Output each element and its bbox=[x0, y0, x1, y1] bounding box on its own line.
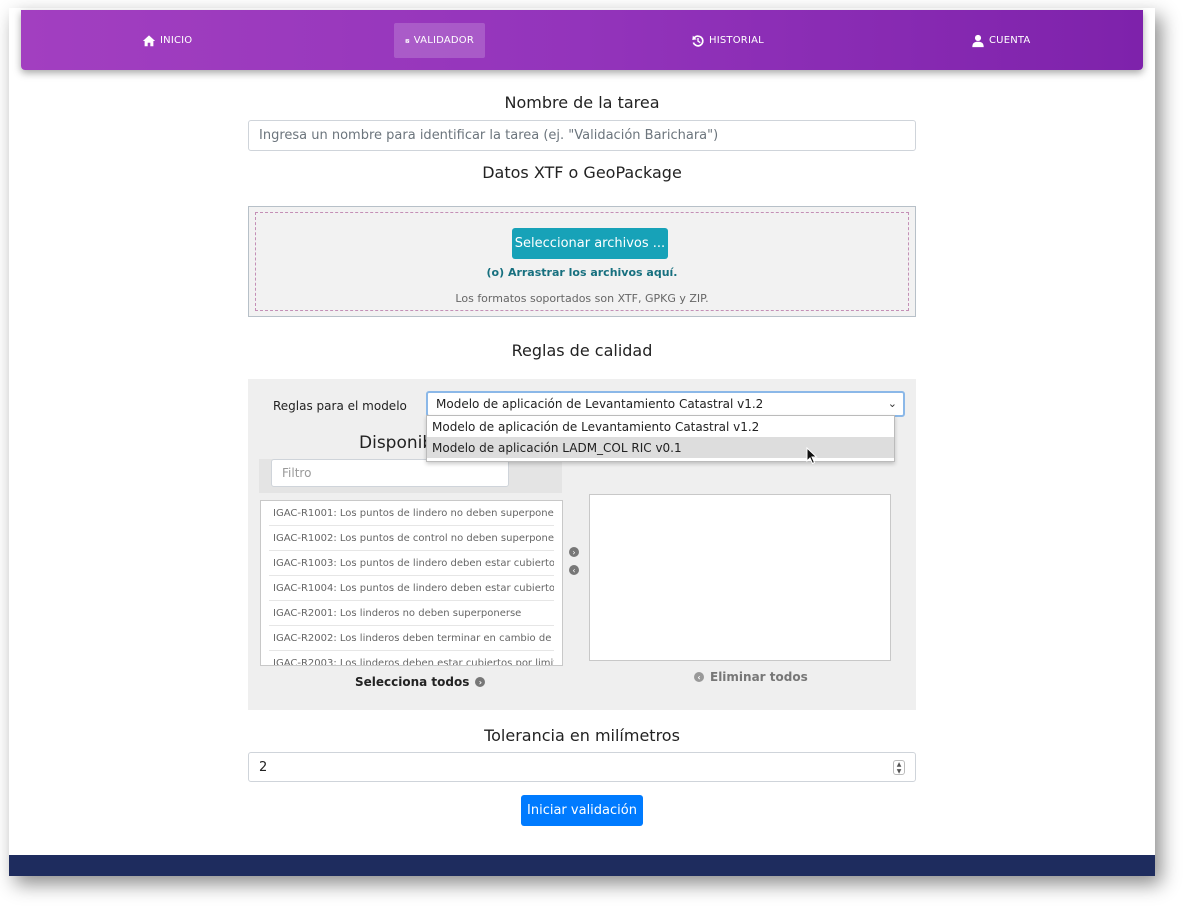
model-select[interactable]: Modelo de aplicación de Levantamiento Ca… bbox=[426, 391, 905, 417]
model-select-value: Modelo de aplicación de Levantamiento Ca… bbox=[436, 397, 764, 411]
rules-title: Reglas de calidad bbox=[511, 341, 653, 360]
list-item[interactable]: IGAC-R2001: Los linderos no deben superp… bbox=[269, 601, 554, 626]
nav-item-inicio[interactable]: INICIO bbox=[131, 23, 203, 58]
nav-item-validador[interactable]: VALIDADOR bbox=[394, 23, 485, 58]
move-left-icon[interactable]: ‹ bbox=[569, 565, 579, 575]
available-rules-title: Disponib bbox=[359, 433, 434, 453]
remove-all-label: Eliminar todos bbox=[710, 670, 808, 684]
home-icon bbox=[142, 34, 156, 46]
nav-label: INICIO bbox=[160, 35, 193, 46]
list-item[interactable]: IGAC-R1002: Los puntos de control no deb… bbox=[269, 526, 554, 551]
nav-item-cuenta[interactable]: CUENTA bbox=[960, 23, 1041, 58]
tolerance-input[interactable]: 2 ▲ ▼ bbox=[248, 752, 916, 782]
list-item[interactable]: IGAC-R1003: Los puntos de lindero deben … bbox=[269, 551, 554, 576]
model-option[interactable]: Modelo de aplicación de Levantamiento Ca… bbox=[427, 416, 894, 437]
app-window: INICIO VALIDADOR HISTORIAL CUENTA Nombre… bbox=[9, 8, 1155, 876]
select-all-label: Selecciona todos bbox=[355, 675, 470, 689]
footer-bar bbox=[9, 855, 1155, 876]
model-rules-label: Reglas para el modelo bbox=[273, 399, 407, 413]
remove-all-button[interactable]: ‹ Eliminar todos bbox=[694, 670, 808, 684]
nav-label: HISTORIAL bbox=[709, 35, 764, 46]
drag-files-hint: (o) Arrastrar los archivos aquí. bbox=[486, 266, 678, 279]
check-square-icon bbox=[405, 38, 410, 43]
arrow-left-circle-icon: ‹ bbox=[694, 672, 704, 682]
nav-label: VALIDADOR bbox=[413, 35, 474, 46]
dropzone-border: Seleccionar archivos ... (o) Arrastrar l… bbox=[255, 212, 909, 311]
list-item[interactable]: IGAC-R2002: Los linderos deben terminar … bbox=[269, 626, 554, 651]
user-icon bbox=[972, 34, 984, 47]
model-option-highlighted[interactable]: Modelo de aplicación LADM_COL RIC v0.1 bbox=[427, 437, 894, 458]
nav-item-historial[interactable]: HISTORIAL bbox=[680, 23, 775, 58]
list-item[interactable]: IGAC-R2003: Los linderos deben estar cub… bbox=[269, 651, 554, 666]
supported-formats-text: Los formatos soportados son XTF, GPKG y … bbox=[455, 292, 709, 305]
chevron-down-icon: ⌄ bbox=[887, 397, 897, 410]
list-item[interactable]: IGAC-R1004: Los puntos de lindero deben … bbox=[269, 576, 554, 601]
mouse-cursor-icon bbox=[806, 447, 818, 465]
tolerance-title: Tolerancia en milímetros bbox=[484, 726, 680, 745]
rules-panel: Reglas para el modelo Modelo de aplicaci… bbox=[248, 379, 916, 710]
model-dropdown: Modelo de aplicación de Levantamiento Ca… bbox=[426, 415, 895, 462]
start-validation-button[interactable]: Iniciar validación bbox=[521, 795, 643, 826]
select-files-button[interactable]: Seleccionar archivos ... bbox=[512, 228, 668, 259]
tolerance-value: 2 bbox=[259, 759, 268, 775]
transfer-arrows: › ‹ bbox=[569, 547, 579, 575]
list-item[interactable]: IGAC-R1001: Los puntos de lindero no deb… bbox=[269, 501, 554, 526]
nav-label: CUENTA bbox=[989, 35, 1031, 46]
select-all-button[interactable]: Selecciona todos › bbox=[355, 675, 486, 689]
file-dropzone[interactable]: Seleccionar archivos ... (o) Arrastrar l… bbox=[248, 206, 916, 317]
task-name-title: Nombre de la tarea bbox=[504, 93, 660, 112]
number-spinner-icon[interactable]: ▲ ▼ bbox=[893, 760, 905, 775]
move-right-icon[interactable]: › bbox=[569, 547, 579, 557]
arrow-right-circle-icon: › bbox=[475, 677, 486, 687]
task-name-input[interactable]: Ingresa un nombre para identificar la ta… bbox=[248, 120, 916, 151]
selected-rules-list[interactable] bbox=[589, 494, 891, 661]
upload-title: Datos XTF o GeoPackage bbox=[482, 163, 682, 182]
top-navbar: INICIO VALIDADOR HISTORIAL CUENTA bbox=[21, 10, 1143, 70]
filter-input[interactable]: Filtro bbox=[271, 459, 509, 487]
history-icon bbox=[692, 34, 704, 47]
available-rules-list[interactable]: IGAC-R1001: Los puntos de lindero no deb… bbox=[260, 500, 563, 666]
filter-container: Filtro bbox=[259, 459, 562, 493]
